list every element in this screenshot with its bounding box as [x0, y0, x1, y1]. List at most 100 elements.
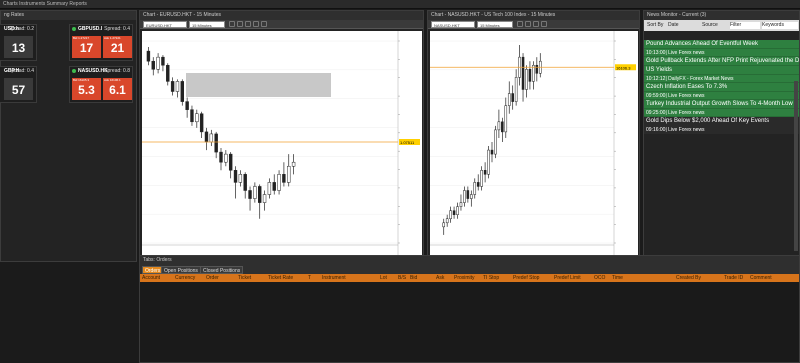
candle-body	[463, 190, 466, 203]
chart-title: Chart - EURUSD.HKT - 15 Minutes	[140, 11, 423, 20]
symbol-select[interactable]: NASUSD.HKT	[431, 21, 475, 28]
news-headline[interactable]: Turkey Industrial Output Growth Slows To…	[644, 100, 799, 109]
column-header[interactable]: Trade ID	[724, 275, 743, 281]
rates-title: ng Rates	[1, 11, 136, 20]
candlestick-chart[interactable]: 16106.3	[430, 31, 638, 259]
zoom-in-icon[interactable]	[525, 21, 531, 27]
column-header[interactable]: OCO	[594, 275, 605, 281]
candle-body	[487, 149, 490, 175]
candle-body	[170, 81, 175, 92]
column-header[interactable]: T	[308, 275, 311, 281]
column-header[interactable]: B/S	[398, 275, 406, 281]
sort-date-select[interactable]: Date	[668, 22, 679, 28]
column-header[interactable]: Instrument	[322, 275, 346, 281]
candle-body	[449, 210, 452, 220]
column-header[interactable]: Proximity	[454, 275, 475, 281]
line-tool-icon[interactable]	[541, 21, 547, 27]
candle-body	[243, 174, 247, 191]
news-toolbar: Sort By Date Source Filter Keywords	[644, 20, 799, 31]
candle-body	[445, 218, 449, 224]
column-header[interactable]: Comment	[750, 275, 772, 281]
status-dot-icon	[72, 26, 76, 31]
chart-panel-eurusd: Chart - EURUSD.HKT - 15 Minutes EURUSD.H…	[139, 10, 424, 262]
column-header[interactable]: Predef Limit	[554, 275, 581, 281]
menu-items[interactable]: Charts Instruments Summary Reports	[3, 1, 87, 7]
column-header[interactable]: Account	[142, 275, 160, 281]
news-scrollbar[interactable]	[794, 81, 798, 251]
candle-body	[195, 113, 199, 123]
news-headline[interactable]: Pound Advances Ahead Of Eventful Week	[644, 40, 799, 49]
ask-price[interactable]: Ask 1.27221 21	[103, 36, 132, 58]
status-dot-icon	[72, 68, 76, 73]
column-header[interactable]: Predef Stop	[513, 275, 539, 281]
column-header[interactable]: Ask	[436, 275, 444, 281]
rate-spread: Spread: 0.4	[104, 26, 130, 32]
candle-body	[466, 190, 470, 199]
candle-body	[156, 56, 160, 70]
rate-card-2[interactable]: GBPUSD.I Spread: 0.4 Bid 1.27217 17 Ask 1.…	[69, 24, 133, 61]
column-header[interactable]: Created By	[676, 275, 701, 281]
news-headline-cont[interactable]: US Yields	[644, 66, 799, 75]
bid-price[interactable]: Bid 16105.3 5.3	[72, 78, 101, 100]
settings-icon[interactable]	[261, 21, 267, 27]
news-headline[interactable]: Gold Dips Below $2,000 Ahead Of Key Even…	[644, 117, 799, 126]
ask-price[interactable]: 13	[4, 36, 33, 58]
candle-body	[501, 121, 504, 133]
timeframe-select[interactable]: 15 Minutes	[189, 21, 225, 28]
candle-body	[161, 56, 165, 66]
candle-body	[214, 133, 218, 153]
column-header[interactable]: Order	[206, 275, 219, 281]
tab-open-positions[interactable]: Open Positions	[161, 266, 201, 274]
ask-price[interactable]: 57	[4, 78, 33, 100]
candle-body	[494, 129, 497, 155]
candle-body	[253, 186, 257, 199]
news-headline[interactable]: Czech Inflation Eases To 7.3%	[644, 83, 799, 92]
rate-card-4[interactable]: NASUSD.HK Spread: 0.8 Bid 16105.3 5.3 Ask …	[69, 66, 133, 103]
column-header[interactable]: Time	[612, 275, 623, 281]
column-header[interactable]: Lot	[380, 275, 387, 281]
rates-panel: ng Rates USD.h Spread: 0.2 13 GBPUSD.I Spr…	[0, 10, 137, 262]
candle-body	[442, 222, 446, 228]
timeframe-select[interactable]: 15 Minutes	[477, 21, 513, 28]
column-header[interactable]: TI Stop	[483, 275, 499, 281]
news-meta: 09:16:00| Live Forex news	[644, 126, 799, 134]
candle-body	[521, 56, 525, 90]
column-header[interactable]: Ticket	[238, 275, 251, 281]
candle-body	[504, 105, 508, 133]
candlestick-chart[interactable]: 1.07511	[142, 31, 422, 259]
rate-card-3[interactable]: GBP.H Spread: 0.4 57	[0, 66, 37, 103]
tab-closed-positions[interactable]: Closed Positions	[200, 266, 244, 274]
ask-price[interactable]: Ask 16106.1 6.1	[103, 78, 132, 100]
keywords-input[interactable]: Keywords	[762, 22, 798, 29]
candle-body	[233, 170, 238, 183]
menu-bar[interactable]: Charts Instruments Summary Reports	[0, 0, 800, 9]
candle-body	[291, 161, 296, 167]
chart-toolbar: NASUSD.HKT 15 Minutes	[428, 20, 639, 29]
crosshair-icon[interactable]	[517, 21, 523, 27]
zoom-out-icon[interactable]	[533, 21, 539, 27]
column-header[interactable]: Currency	[175, 275, 195, 281]
symbol-select[interactable]: EURUSD.HKT	[143, 21, 187, 28]
crosshair-icon[interactable]	[229, 21, 235, 27]
chart-area[interactable]: 16106.3	[430, 31, 638, 259]
candle-body	[199, 113, 204, 133]
candle-body	[470, 194, 473, 199]
column-header[interactable]: Ticket Rate	[268, 275, 293, 281]
filter-input[interactable]: Filter	[730, 22, 760, 29]
news-headline[interactable]: Gold Pullback Extends After NFP Print Re…	[644, 57, 799, 66]
candle-body	[190, 109, 194, 123]
zoom-in-icon[interactable]	[237, 21, 243, 27]
candle-body	[532, 64, 535, 82]
chart-area[interactable]: 1.07511	[142, 31, 422, 259]
column-header[interactable]: Bid	[410, 275, 417, 281]
candle-body	[204, 131, 209, 143]
candle-body	[287, 165, 291, 183]
zoom-out-icon[interactable]	[245, 21, 251, 27]
news-meta: 10:13:00| Live Forex news	[644, 49, 799, 57]
bid-price[interactable]: Bid 1.27217 17	[72, 36, 101, 58]
source-select[interactable]: Source	[702, 22, 718, 28]
rate-card-1[interactable]: USD.h Spread: 0.2 13	[0, 24, 37, 61]
candle-body	[452, 210, 456, 215]
candle-body	[497, 121, 501, 131]
line-tool-icon[interactable]	[253, 21, 259, 27]
